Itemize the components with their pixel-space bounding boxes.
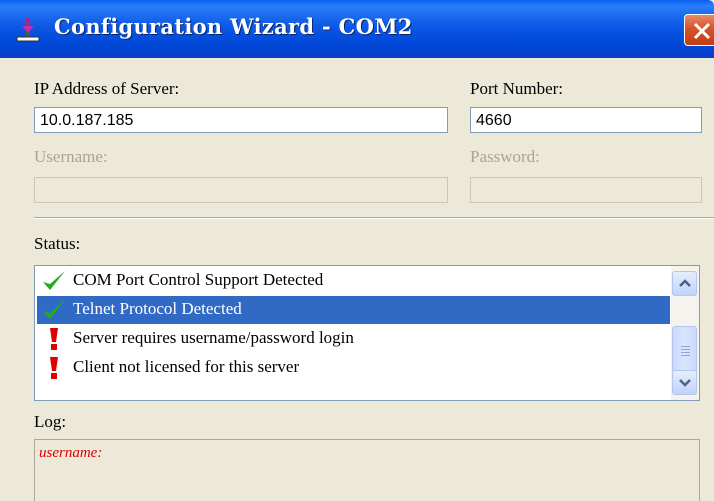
log-box[interactable]: username:	[34, 439, 700, 501]
exclamation-icon	[50, 328, 58, 350]
checkmark-icon	[43, 271, 65, 290]
username-label: Username:	[34, 147, 108, 166]
ip-address-label: IP Address of Server:	[34, 79, 180, 98]
title-bar[interactable]: Configuration Wizard - COM2	[0, 0, 714, 58]
username-input[interactable]	[34, 177, 448, 203]
list-item[interactable]: Server requires username/password login	[37, 325, 670, 353]
port-plug-icon	[16, 18, 40, 42]
exclamation-icon	[50, 357, 58, 379]
status-label: Status:	[34, 234, 81, 253]
list-item[interactable]: Client not licensed for this server	[37, 354, 670, 382]
port-number-input[interactable]	[470, 107, 702, 133]
close-icon	[693, 22, 711, 40]
configuration-wizard-window: Configuration Wizard - COM2 IP Address o…	[0, 0, 714, 501]
list-item[interactable]: Telnet Protocol Detected	[37, 296, 670, 324]
chevron-up-icon	[679, 279, 691, 287]
status-scrollbar[interactable]	[671, 266, 699, 400]
port-number-label: Port Number:	[470, 79, 564, 98]
ip-address-input[interactable]	[34, 107, 448, 133]
divider	[34, 217, 714, 219]
checkmark-icon	[43, 300, 65, 319]
log-text: username:	[39, 445, 103, 461]
scroll-down-button[interactable]	[672, 370, 697, 395]
password-input[interactable]	[470, 177, 702, 203]
list-item[interactable]: COM Port Control Support Detected	[37, 267, 670, 295]
chevron-down-icon	[679, 379, 691, 387]
log-label: Log:	[34, 412, 67, 431]
password-label: Password:	[470, 147, 540, 166]
close-button[interactable]	[684, 14, 714, 46]
scroll-thumb[interactable]	[672, 326, 697, 374]
window-title: Configuration Wizard - COM2	[54, 14, 413, 39]
status-list[interactable]: COM Port Control Support Detected Telnet…	[34, 265, 700, 401]
scroll-up-button[interactable]	[672, 271, 697, 296]
